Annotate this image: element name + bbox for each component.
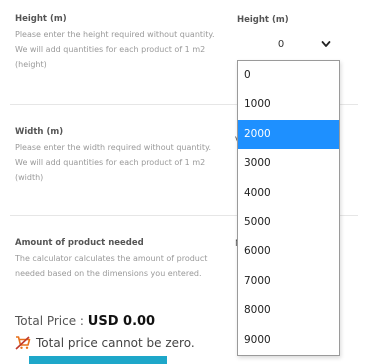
total-price: Total Price : USD 0.00 [15,314,155,329]
warning-text: Total price cannot be zero. [36,336,195,350]
height-dropdown-list[interactable]: 0 1000 2000 3000 4000 5000 6000 7000 800… [237,60,340,356]
height-option[interactable]: 7000 [238,267,339,296]
height-column-label: Height (m) [237,15,289,25]
height-option[interactable]: 3000 [238,149,339,178]
height-option[interactable]: 5000 [238,208,339,237]
chevron-down-icon [321,41,331,47]
amount-description: The calculator calculates the amount of … [15,254,208,278]
total-price-amount: USD 0.00 [87,314,156,329]
height-option[interactable]: 6000 [238,237,339,266]
height-title: Height (m) [15,14,67,24]
cart-cross-icon [15,336,31,350]
height-select-value: 0 [277,39,285,50]
width-row: Width (m) Please enter the width require… [15,127,225,185]
height-option-highlighted[interactable]: 2000 [238,119,339,150]
add-to-cart-button[interactable] [29,356,167,364]
height-option[interactable]: 8000 [238,296,339,325]
amount-title: Amount of product needed [15,238,144,248]
height-option[interactable]: 4000 [238,179,339,208]
amount-row: Amount of product needed The calculator … [15,238,225,281]
height-description: Please enter the height required without… [15,30,215,69]
height-option[interactable]: 0 [238,61,339,90]
width-title: Width (m) [15,127,64,137]
height-option[interactable]: 9000 [238,326,339,355]
height-select[interactable]: 0 [237,32,338,58]
height-row: Height (m) Please enter the height requi… [15,14,225,72]
width-description: Please enter the width required without … [15,143,212,182]
zero-price-warning: Total price cannot be zero. [15,336,195,350]
height-option[interactable]: 1000 [238,90,339,119]
total-price-label: Total Price : [15,314,88,328]
